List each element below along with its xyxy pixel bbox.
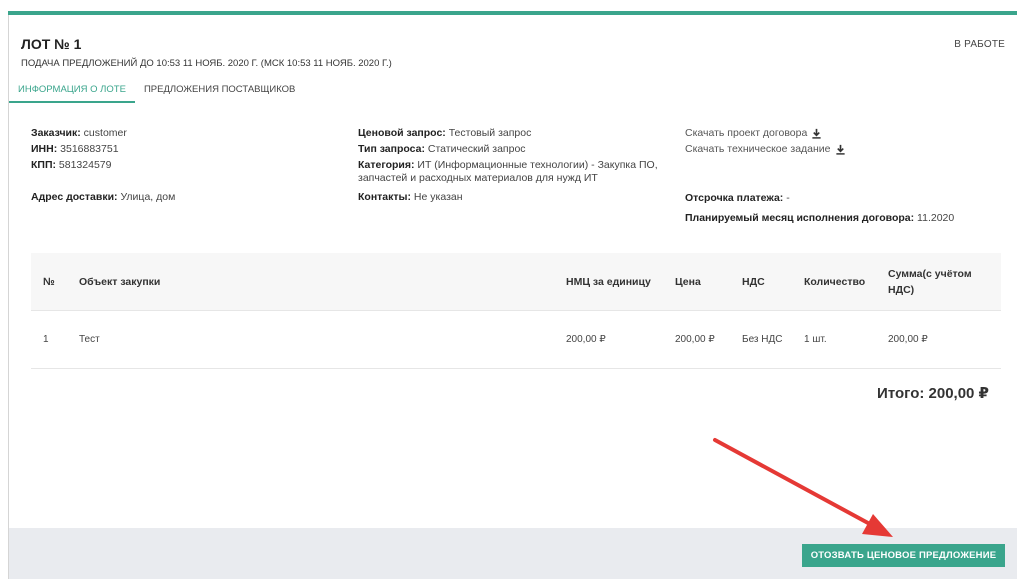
items-table: № Объект закупки НМЦ за единицу Цена НДС…: [31, 253, 1001, 369]
category-label: Категория:: [358, 159, 415, 171]
request-info: Ценовой запрос: Тестовый запрос Тип запр…: [358, 125, 678, 203]
download-icon: [835, 144, 845, 155]
download-spec-link[interactable]: Скачать техническое задание: [685, 141, 1005, 157]
request-label: Ценовой запрос:: [358, 127, 446, 139]
tab-lot-info[interactable]: ИНФОРМАЦИЯ О ЛОТЕ: [9, 83, 135, 103]
kpp-field: КПП: 581324579: [31, 157, 127, 173]
type-label: Тип запроса:: [358, 143, 425, 155]
customer-value: customer: [80, 127, 127, 139]
contacts-label: Контакты:: [358, 191, 412, 203]
header-nmc: НМЦ за единицу: [566, 275, 651, 288]
request-value: Тестовый запрос: [445, 127, 532, 139]
planned-month-label: Планируемый месяц исполнения договора:: [685, 212, 915, 224]
cell-price: 200,00 ₽: [675, 333, 715, 345]
download-contract-label: Скачать проект договора: [685, 127, 808, 139]
header-qty: Количество: [804, 275, 866, 288]
cell-nmc: 200,00 ₽: [566, 333, 606, 345]
cell-qty: 1 шт.: [804, 333, 827, 345]
header-num: №: [43, 275, 55, 288]
submission-deadline: ПОДАЧА ПРЕДЛОЖЕНИЙ ДО 10:53 11 НОЯБ. 202…: [21, 58, 392, 69]
download-spec-label: Скачать техническое задание: [685, 143, 831, 155]
documents-info: Скачать проект договора Скачать техничес…: [685, 125, 1005, 224]
kpp-value: 581324579: [56, 159, 112, 171]
address-value: Улица, дом: [117, 191, 176, 203]
table-row: 1 Тест 200,00 ₽ 200,00 ₽ Без НДС 1 шт. 2…: [31, 311, 1001, 369]
customer-label: Заказчик:: [31, 127, 81, 139]
payment-delay-field: Отсрочка платежа: -: [685, 188, 954, 208]
header-vat: НДС: [742, 275, 765, 288]
request-field: Ценовой запрос: Тестовый запрос: [358, 125, 678, 141]
type-value: Статический запрос: [424, 143, 526, 155]
cell-sum: 200,00 ₽: [888, 333, 928, 345]
contract-terms: Отсрочка платежа: - Планируемый месяц ис…: [685, 188, 954, 228]
header-object: Объект закупки: [79, 275, 161, 288]
customer-info: Заказчик: customer ИНН: 3516883751 КПП: …: [31, 125, 175, 203]
cell-num: 1: [43, 333, 49, 345]
inn-field: ИНН: 3516883751: [31, 141, 127, 157]
cell-object: Тест: [79, 333, 100, 345]
address-label: Адрес доставки:: [31, 191, 118, 203]
payment-delay-value: -: [783, 192, 790, 204]
inn-value: 3516883751: [57, 143, 119, 155]
contacts-field: Контакты: Не указан: [358, 189, 463, 205]
download-icon: [812, 128, 821, 139]
type-field: Тип запроса: Статический запрос: [358, 141, 678, 157]
lot-tabs: ИНФОРМАЦИЯ О ЛОТЕ ПРЕДЛОЖЕНИЯ ПОСТАВЩИКО…: [9, 83, 304, 103]
lot-title: ЛОТ № 1: [21, 36, 82, 52]
tab-supplier-offers[interactable]: ПРЕДЛОЖЕНИЯ ПОСТАВЩИКОВ: [135, 83, 304, 103]
lot-status-badge: В РАБОТЕ: [954, 39, 1005, 50]
cell-vat: Без НДС: [742, 333, 783, 345]
customer-field: Заказчик: customer: [31, 125, 127, 141]
inn-label: ИНН:: [31, 143, 58, 155]
address-field: Адрес доставки: Улица, дом: [31, 189, 175, 205]
header-price: Цена: [675, 275, 701, 288]
order-total: Итого: 200,00 ₽: [877, 385, 989, 402]
download-contract-link[interactable]: Скачать проект договора: [685, 125, 1005, 141]
top-strip: [0, 0, 1017, 11]
contacts-value: Не указан: [411, 191, 463, 203]
planned-month-field: Планируемый месяц исполнения договора: 1…: [685, 208, 954, 228]
kpp-label: КПП:: [31, 159, 56, 171]
planned-month-value: 11.2020: [914, 212, 955, 224]
payment-delay-label: Отсрочка платежа:: [685, 192, 784, 204]
header-sum: Сумма(с учётом НДС): [888, 267, 972, 296]
withdraw-offer-button[interactable]: ОТОЗВАТЬ ЦЕНОВОЕ ПРЕДЛОЖЕНИЕ: [802, 544, 1005, 567]
category-field: Категория: ИТ (Информационные технологии…: [358, 157, 678, 185]
table-header: № Объект закупки НМЦ за единицу Цена НДС…: [31, 253, 1001, 311]
